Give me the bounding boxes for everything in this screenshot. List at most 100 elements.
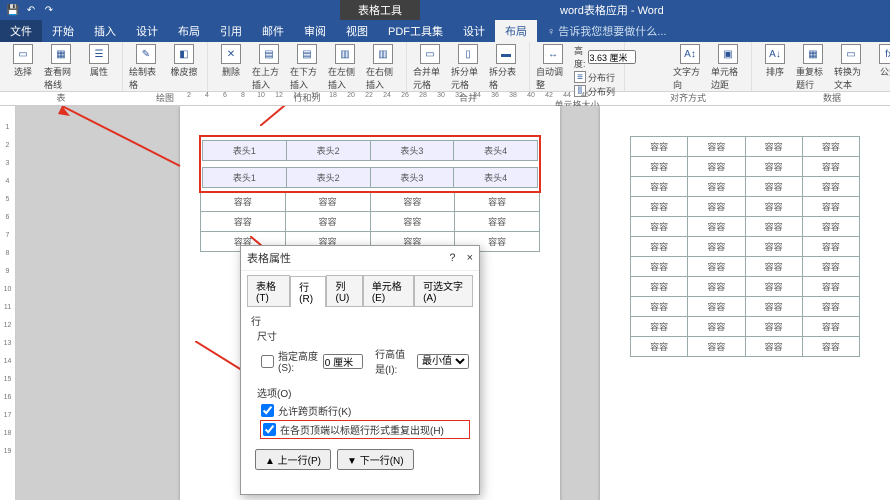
table-cell[interactable]: 容容 bbox=[631, 277, 688, 297]
table-cell[interactable]: 容容 bbox=[631, 197, 688, 217]
dialog-help-button[interactable]: ? bbox=[449, 252, 455, 264]
table-cell[interactable]: 容容 bbox=[631, 317, 688, 337]
formula-button[interactable]: fx公式 bbox=[872, 44, 890, 78]
table-cell[interactable]: 容容 bbox=[370, 212, 455, 232]
table-cell[interactable]: 容容 bbox=[802, 137, 859, 157]
row-height-is-select[interactable]: 最小值 bbox=[417, 354, 469, 369]
sort-button[interactable]: A↓排序 bbox=[758, 44, 792, 78]
table-1-body[interactable]: 容容容容容容容容容容容容容容容容容容容容容容容容 bbox=[200, 191, 540, 252]
draw-table-button[interactable]: ✎绘制表格 bbox=[129, 44, 163, 91]
table-cell[interactable]: 容容 bbox=[631, 257, 688, 277]
table-header-cell[interactable]: 表头2 bbox=[286, 168, 370, 188]
tab-references[interactable]: 引用 bbox=[210, 20, 252, 42]
align-br-icon[interactable] bbox=[657, 70, 669, 82]
table-cell[interactable]: 容容 bbox=[745, 217, 802, 237]
tab-review[interactable]: 审阅 bbox=[294, 20, 336, 42]
tab-file[interactable]: 文件 bbox=[0, 20, 42, 42]
vertical-ruler[interactable]: 12345678910111213141516171819 bbox=[0, 106, 16, 500]
align-bc-icon[interactable] bbox=[644, 70, 656, 82]
table-cell[interactable]: 容容 bbox=[631, 177, 688, 197]
table-header-cell[interactable]: 表头1 bbox=[203, 141, 287, 161]
cell-margins-button[interactable]: ▣单元格边距 bbox=[711, 44, 745, 91]
table-cell[interactable]: 容容 bbox=[688, 217, 745, 237]
autofit-button[interactable]: ↔自动调整 bbox=[536, 44, 570, 91]
table-cell[interactable]: 容容 bbox=[802, 277, 859, 297]
table-cell[interactable]: 容容 bbox=[688, 157, 745, 177]
specify-height-checkbox[interactable] bbox=[261, 355, 274, 368]
table-cell[interactable]: 容容 bbox=[455, 212, 540, 232]
convert-text-button[interactable]: ▭转换为文本 bbox=[834, 44, 868, 91]
insert-left-button[interactable]: ▥在左侧插入 bbox=[328, 44, 362, 91]
height-input[interactable] bbox=[323, 354, 363, 369]
table-cell[interactable]: 容容 bbox=[455, 192, 540, 212]
split-cells-button[interactable]: ▯拆分单元格 bbox=[451, 44, 485, 91]
text-direction-button[interactable]: A↕文字方向 bbox=[673, 44, 707, 91]
align-bl-icon[interactable] bbox=[631, 70, 643, 82]
tab-pdf[interactable]: PDF工具集 bbox=[378, 20, 453, 42]
delete-button[interactable]: ✕删除 bbox=[214, 44, 248, 78]
table-cell[interactable]: 容容 bbox=[745, 237, 802, 257]
table-header-cell[interactable]: 表头3 bbox=[370, 141, 454, 161]
align-tc-icon[interactable] bbox=[644, 44, 656, 56]
table-cell[interactable]: 容容 bbox=[688, 137, 745, 157]
table-cell[interactable]: 容容 bbox=[802, 317, 859, 337]
table-cell[interactable]: 容容 bbox=[745, 137, 802, 157]
table-cell[interactable]: 容容 bbox=[631, 237, 688, 257]
dialog-tab-cell[interactable]: 单元格(E) bbox=[363, 275, 414, 306]
table-cell[interactable]: 容容 bbox=[631, 297, 688, 317]
dialog-tab-alttext[interactable]: 可选文字(A) bbox=[414, 275, 473, 306]
insert-right-button[interactable]: ▥在右侧插入 bbox=[366, 44, 400, 91]
table-cell[interactable]: 容容 bbox=[688, 317, 745, 337]
undo-icon[interactable]: ↶ bbox=[24, 3, 38, 17]
table-cell[interactable]: 容容 bbox=[688, 277, 745, 297]
tab-mail[interactable]: 邮件 bbox=[252, 20, 294, 42]
table-cell[interactable]: 容容 bbox=[802, 297, 859, 317]
table-cell[interactable]: 容容 bbox=[285, 192, 370, 212]
table-cell[interactable]: 容容 bbox=[802, 237, 859, 257]
save-icon[interactable]: 💾 bbox=[6, 3, 20, 17]
height-field[interactable]: 高度: bbox=[574, 44, 618, 70]
view-gridlines-button[interactable]: ▦查看网格线 bbox=[44, 44, 78, 91]
insert-above-button[interactable]: ▤在上方插入 bbox=[252, 44, 286, 91]
split-table-button[interactable]: ▬拆分表格 bbox=[489, 44, 523, 91]
align-mr-icon[interactable] bbox=[657, 57, 669, 69]
table-header-cell[interactable]: 表头2 bbox=[286, 141, 370, 161]
table-cell[interactable]: 容容 bbox=[745, 297, 802, 317]
table-cell[interactable]: 容容 bbox=[745, 277, 802, 297]
table-cell[interactable]: 容容 bbox=[802, 157, 859, 177]
properties-button[interactable]: ☰属性 bbox=[82, 44, 116, 78]
next-row-button[interactable]: ▼ 下一行(N) bbox=[337, 449, 414, 470]
table-cell[interactable]: 容容 bbox=[370, 192, 455, 212]
table-2[interactable]: 容容容容容容容容容容容容容容容容容容容容容容容容容容容容容容容容容容容容容容容容… bbox=[630, 136, 860, 357]
align-mc-icon[interactable] bbox=[644, 57, 656, 69]
repeat-header-checkbox[interactable] bbox=[263, 423, 276, 436]
merge-cells-button[interactable]: ▭合并单元格 bbox=[413, 44, 447, 91]
table-cell[interactable]: 容容 bbox=[201, 192, 286, 212]
table-cell[interactable]: 容容 bbox=[688, 257, 745, 277]
eraser-button[interactable]: ◧橡皮擦 bbox=[167, 44, 201, 78]
distribute-rows-button[interactable]: ≡分布行 bbox=[574, 71, 618, 84]
tab-table-layout[interactable]: 布局 bbox=[495, 20, 537, 42]
table-cell[interactable]: 容容 bbox=[745, 197, 802, 217]
dialog-tab-row[interactable]: 行(R) bbox=[290, 276, 326, 307]
tab-view[interactable]: 视图 bbox=[336, 20, 378, 42]
align-tl-icon[interactable] bbox=[631, 44, 643, 56]
table-cell[interactable]: 容容 bbox=[688, 297, 745, 317]
table-header-cell[interactable]: 表头4 bbox=[454, 141, 538, 161]
dialog-tab-table[interactable]: 表格(T) bbox=[247, 275, 290, 306]
repeat-header-button[interactable]: ▦重复标题行 bbox=[796, 44, 830, 91]
table-cell[interactable]: 容容 bbox=[802, 197, 859, 217]
align-ml-icon[interactable] bbox=[631, 57, 643, 69]
table-cell[interactable]: 容容 bbox=[745, 257, 802, 277]
dialog-tab-column[interactable]: 列(U) bbox=[326, 275, 362, 306]
tab-design[interactable]: 设计 bbox=[126, 20, 168, 42]
select-button[interactable]: ▭选择 bbox=[6, 44, 40, 78]
table-cell[interactable]: 容容 bbox=[631, 157, 688, 177]
table-header-cell[interactable]: 表头1 bbox=[203, 168, 287, 188]
dialog-close-button[interactable]: × bbox=[467, 252, 473, 264]
table-cell[interactable]: 容容 bbox=[688, 177, 745, 197]
table-cell[interactable]: 容容 bbox=[631, 137, 688, 157]
table-cell[interactable]: 容容 bbox=[688, 337, 745, 357]
tab-insert[interactable]: 插入 bbox=[84, 20, 126, 42]
table-cell[interactable]: 容容 bbox=[631, 217, 688, 237]
